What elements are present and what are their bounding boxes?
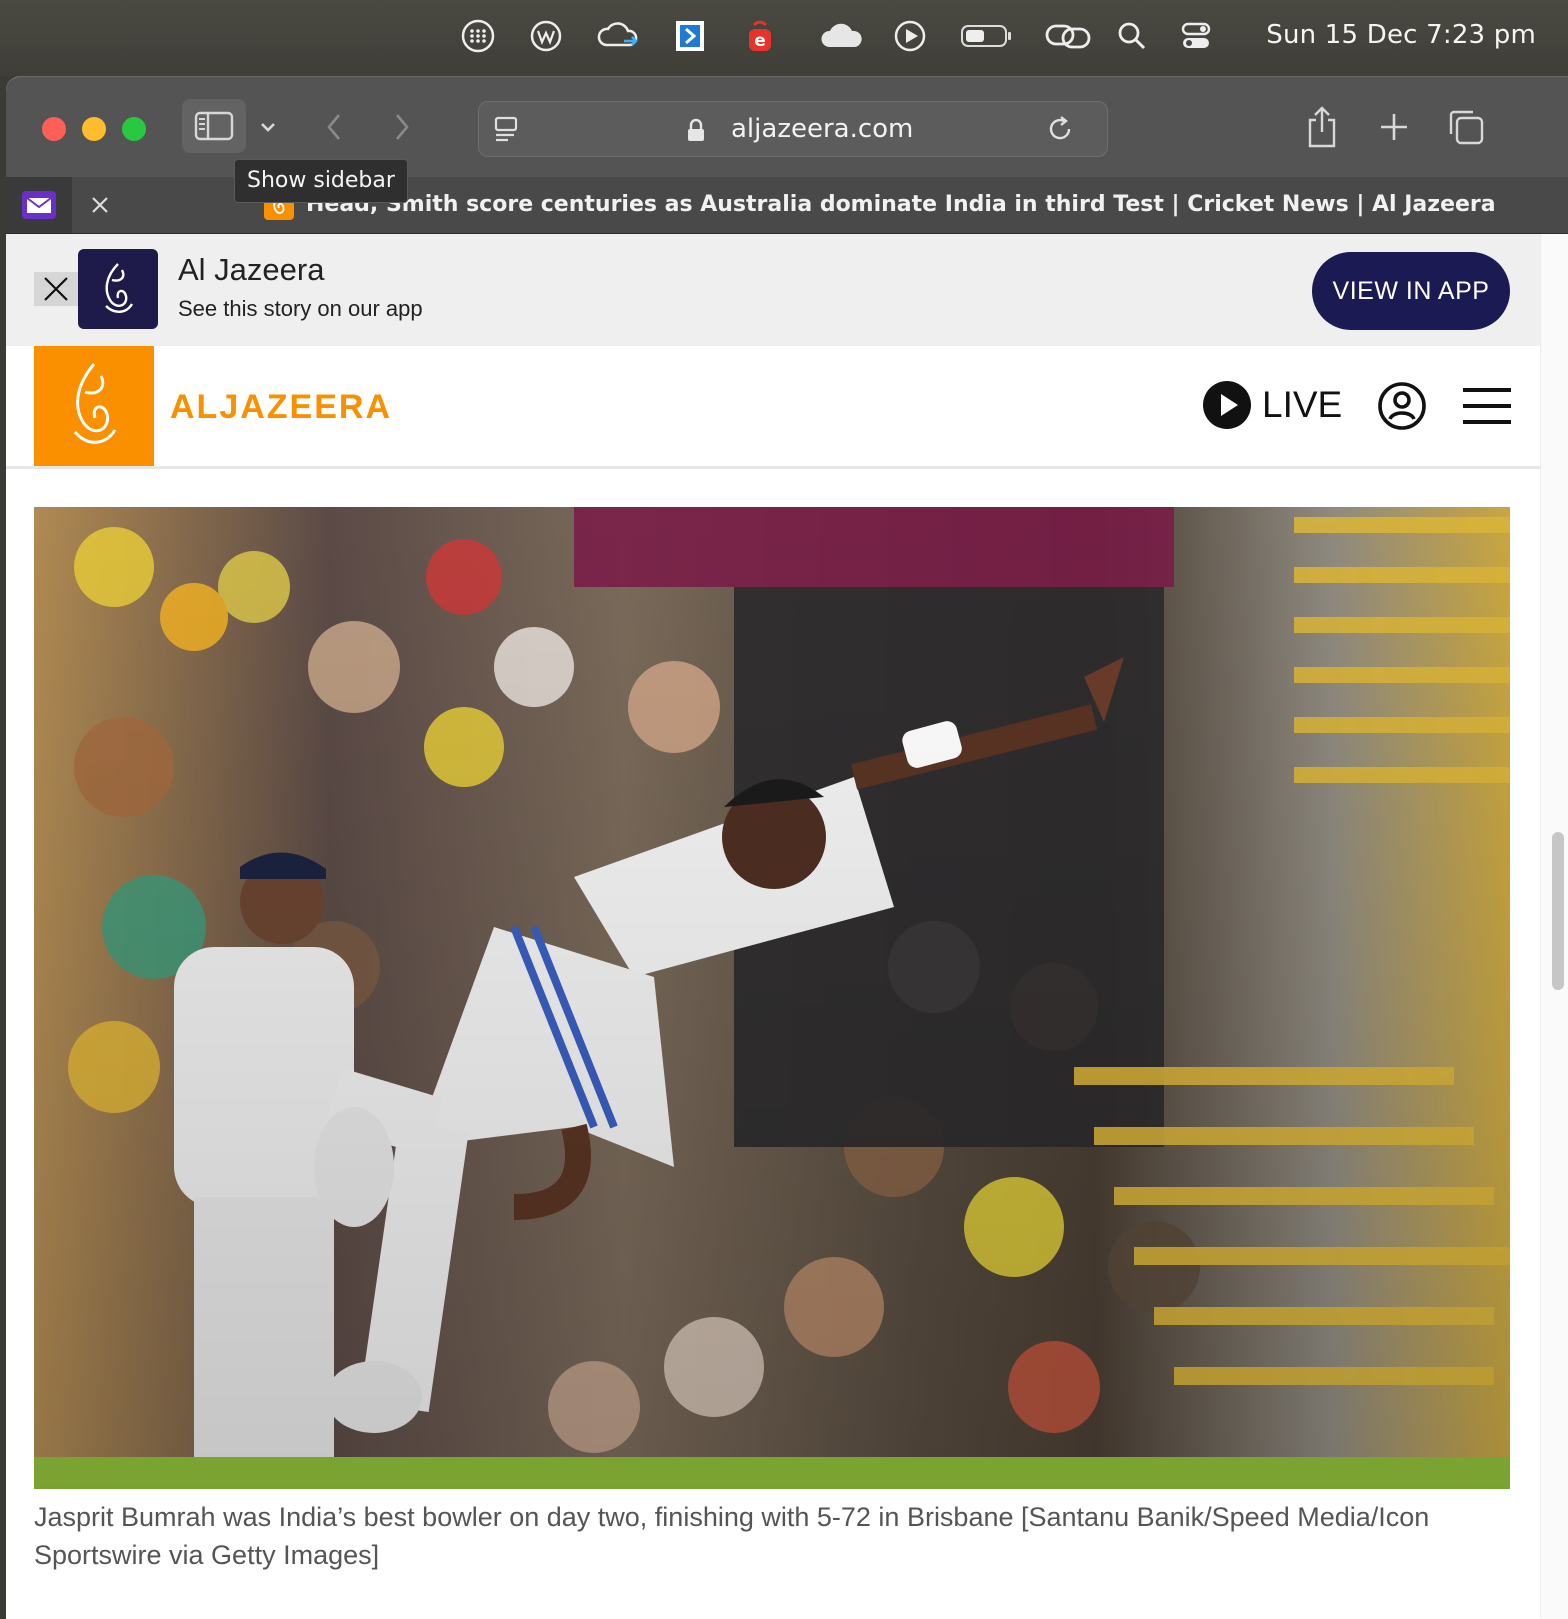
- banner-close-button[interactable]: [34, 272, 78, 306]
- lock-icon: [685, 116, 707, 144]
- hero-photo: [34, 507, 1510, 1489]
- macos-menubar: e Sun 15 Dec 7:23 pm: [0, 0, 1568, 76]
- hamburger-menu-icon[interactable]: [1462, 386, 1512, 426]
- vertical-scrollbar[interactable]: [1552, 832, 1564, 990]
- tab-overview-button[interactable]: [1444, 105, 1488, 149]
- cloud-sync-icon[interactable]: [596, 18, 640, 54]
- banner-subtitle: See this story on our app: [178, 296, 423, 321]
- site-header: ALJAZEERA LIVE: [6, 346, 1540, 469]
- minimize-window-button[interactable]: [82, 117, 106, 141]
- address-bar[interactable]: aljazeera.com: [478, 101, 1108, 157]
- close-icon: [44, 277, 68, 301]
- app-install-banner: Al Jazeera See this story on our app VIE…: [6, 234, 1540, 346]
- chevron-left-icon: [327, 114, 340, 140]
- view-in-app-button[interactable]: VIEW IN APP: [1312, 252, 1510, 330]
- menubar-clock[interactable]: Sun 15 Dec 7:23 pm: [1266, 20, 1536, 50]
- control-center-icon[interactable]: [1178, 18, 1214, 54]
- photo-caption: Jasprit Bumrah was India’s best bowler o…: [34, 1502, 1430, 1570]
- zoom-window-button[interactable]: [122, 117, 146, 141]
- mail-icon: [22, 191, 56, 219]
- url-text[interactable]: aljazeera.com: [731, 114, 913, 144]
- cricket-bowler-photo: [34, 507, 1510, 1489]
- account-icon[interactable]: [1376, 380, 1428, 432]
- forward-button[interactable]: [388, 107, 416, 147]
- close-window-button[interactable]: [42, 117, 66, 141]
- share-icon: [1308, 106, 1336, 148]
- reader-icon[interactable]: [491, 114, 521, 144]
- svg-text:e: e: [754, 31, 766, 51]
- icloud-icon[interactable]: [818, 18, 866, 54]
- link-icon[interactable]: [1044, 18, 1092, 54]
- aljazeera-calligraphy-icon: [73, 363, 117, 444]
- safari-window: aljazeera.com Show sidebar Head, Smith s…: [6, 76, 1568, 1619]
- reload-icon[interactable]: [1045, 114, 1075, 144]
- share-button[interactable]: [1302, 103, 1342, 151]
- back-button[interactable]: [320, 107, 348, 147]
- new-tab-button[interactable]: [1374, 107, 1414, 147]
- sidebar-tooltip: Show sidebar: [234, 159, 408, 203]
- logo-wordmark[interactable]: ALJAZEERA: [170, 388, 392, 427]
- sidebar-icon: [194, 111, 234, 141]
- sidebar-toggle-button[interactable]: [182, 99, 246, 153]
- elsevier-icon[interactable]: e: [742, 18, 778, 54]
- banner-title: Al Jazeera: [178, 252, 325, 287]
- play-icon: [1203, 381, 1251, 429]
- aljazeera-calligraphy-icon: [105, 263, 134, 313]
- spotlight-search-icon[interactable]: [1114, 18, 1150, 54]
- battery-icon[interactable]: [960, 18, 1014, 54]
- play-circle-icon[interactable]: [892, 18, 928, 54]
- aljazeera-logo[interactable]: [34, 346, 154, 466]
- dictionary-icon[interactable]: [672, 18, 708, 54]
- chevron-right-icon: [396, 114, 409, 140]
- chevron-down-icon[interactable]: [256, 113, 280, 141]
- live-label: LIVE: [1262, 384, 1343, 425]
- grid-dots-icon[interactable]: [460, 18, 496, 54]
- active-tab-title[interactable]: Head, Smith score centuries as Australia…: [306, 192, 1496, 217]
- close-tab-icon[interactable]: [86, 191, 114, 219]
- plus-icon: [1381, 114, 1407, 140]
- live-button[interactable]: LIVE: [1202, 380, 1342, 430]
- pinned-tab-mail[interactable]: [6, 177, 72, 233]
- app-logo: [78, 249, 158, 329]
- wordpress-icon[interactable]: [528, 18, 564, 54]
- web-page: Al Jazeera See this story on our app VIE…: [6, 234, 1568, 1619]
- tabs-icon: [1449, 110, 1484, 145]
